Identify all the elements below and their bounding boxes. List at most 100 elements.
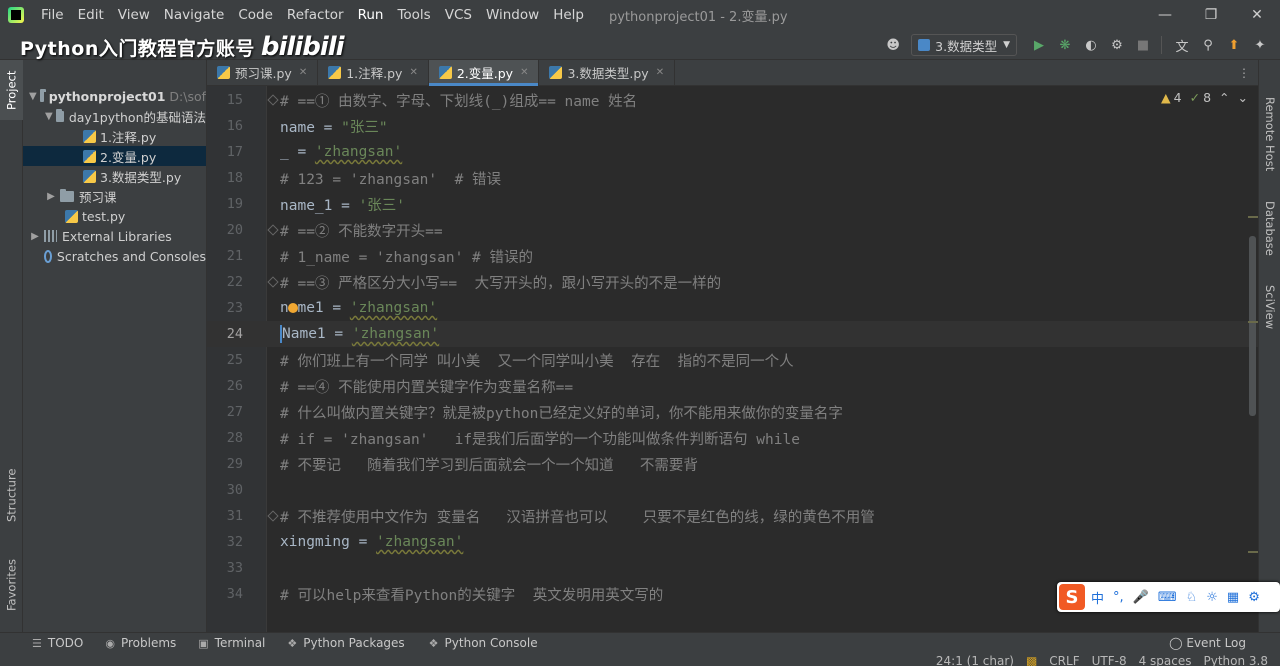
update-icon[interactable]: ⬆: [1222, 33, 1246, 57]
code-text[interactable]: # ==④ 不能使用内置关键字作为变量名称==: [280, 376, 573, 397]
code-text[interactable]: # 你们班上有一个同学 叫小美 又一个同学叫小美 存在 指的不是同一个人: [280, 350, 794, 371]
tool-tab-project[interactable]: Project: [0, 60, 23, 120]
code-line[interactable]: 19 name_1 = '张三': [207, 191, 1258, 217]
tool-event-log[interactable]: ◯ Event Log: [1169, 636, 1246, 650]
settings-icon[interactable]: ✦: [1248, 33, 1272, 57]
vertical-scrollbar[interactable]: [1249, 236, 1256, 416]
line-number[interactable]: 19: [207, 196, 243, 212]
code-line[interactable]: 23 name1 = 'zhangsan': [207, 295, 1258, 321]
debug-icon[interactable]: ❋: [1053, 33, 1077, 57]
code-line[interactable]: 15 # ==① 由数字、字母、下划线(_)组成== name 姓名: [207, 87, 1258, 113]
run-icon[interactable]: ▶: [1027, 33, 1051, 57]
code-line[interactable]: 33: [207, 555, 1258, 581]
tree-folder-preview[interactable]: ▶ 预习课: [23, 186, 206, 206]
tree-scratches[interactable]: Scratches and Consoles: [23, 246, 206, 266]
line-number[interactable]: 15: [207, 92, 243, 108]
code-line[interactable]: 22 # ==③ 严格区分大小写== 大写开头的，跟小写开头的不是一样的: [207, 269, 1258, 295]
settings-icon[interactable]: ⚙: [1248, 590, 1260, 605]
code-line[interactable]: 26 # ==④ 不能使用内置关键字作为变量名称==: [207, 373, 1258, 399]
code-line[interactable]: 32 xingming = 'zhangsan': [207, 529, 1258, 555]
code-text[interactable]: # 可以help来查看Python的关键字 英文发明用英文写的: [280, 584, 663, 605]
chevron-up-icon[interactable]: ⌃: [1219, 90, 1229, 105]
tool-problems[interactable]: ◉ Problems: [105, 636, 176, 650]
line-number[interactable]: 34: [207, 586, 243, 602]
code-line[interactable]: 29 # 不要记 随着我们学习到后面就会一个一个知道 不需要背: [207, 451, 1258, 477]
caret-position[interactable]: 24:1 (1 char): [936, 653, 1014, 666]
line-number[interactable]: 26: [207, 378, 243, 394]
tool-python-console[interactable]: ❖ Python Console: [429, 636, 538, 650]
code-line[interactable]: 18 # 123 = 'zhangsan' # 错误: [207, 165, 1258, 191]
menu-window[interactable]: Window: [479, 0, 546, 30]
code-text[interactable]: # 123 = 'zhangsan' # 错误: [280, 168, 501, 189]
line-separator[interactable]: CRLF: [1049, 653, 1079, 666]
code-line[interactable]: 21 # 1_name = 'zhangsan' # 错误的: [207, 243, 1258, 269]
code-line[interactable]: 24 Name1 = 'zhangsan': [207, 321, 1258, 347]
tree-file-comments[interactable]: 1.注释.py: [23, 126, 206, 146]
user-icon[interactable]: ☻: [881, 33, 905, 57]
line-number[interactable]: 20: [207, 222, 243, 238]
python-interpreter[interactable]: Python 3.8: [1204, 653, 1269, 666]
line-number[interactable]: 25: [207, 352, 243, 368]
code-line[interactable]: 28 # if = 'zhangsan' if是我们后面学的一个功能叫做条件判断语…: [207, 425, 1258, 451]
chevron-right-icon[interactable]: ▶: [29, 231, 41, 242]
tool-python-packages[interactable]: ❖ Python Packages: [287, 636, 404, 650]
chevron-right-icon[interactable]: ▶: [45, 191, 57, 202]
coverage-icon[interactable]: ◐: [1079, 33, 1103, 57]
more-icon[interactable]: ⋮: [1238, 66, 1250, 80]
code-line[interactable]: 31 # 不推荐使用中文作为 变量名 汉语拼音也可以 只要不是红色的线，绿的黄色不…: [207, 503, 1258, 529]
line-number[interactable]: 27: [207, 404, 243, 420]
tool-tab-remote-host[interactable]: Remote Host: [1259, 84, 1280, 184]
sogou-logo-icon[interactable]: S: [1059, 584, 1085, 610]
code-text[interactable]: # 不推荐使用中文作为 变量名 汉语拼音也可以 只要不是红色的线，绿的黄色不用管: [280, 506, 875, 527]
tree-root[interactable]: ▼ pythonproject01 D:\sof: [23, 86, 206, 106]
line-number[interactable]: 16: [207, 118, 243, 134]
line-number[interactable]: 31: [207, 508, 243, 524]
close-icon[interactable]: ✕: [299, 67, 307, 78]
close-icon[interactable]: ✕: [409, 67, 417, 78]
indent-setting[interactable]: 4 spaces: [1139, 653, 1192, 666]
fold-marker-icon[interactable]: [267, 276, 279, 288]
tree-file-test[interactable]: test.py: [23, 206, 206, 226]
tree-file-variables[interactable]: 2.变量.py: [23, 146, 206, 166]
code-line[interactable]: 27 # 什么叫做内置关键字？就是被python已经定义好的单词，你不能用来做你的…: [207, 399, 1258, 425]
code-line[interactable]: 16 name = "张三": [207, 113, 1258, 139]
menu-help[interactable]: Help: [546, 0, 591, 30]
code-editor[interactable]: 15 # ==① 由数字、字母、下划线(_)组成== name 姓名 16 name …: [207, 86, 1258, 632]
code-text[interactable]: Name1 = 'zhangsan': [280, 325, 439, 343]
run-configuration-select[interactable]: 3.数据类型 ▼: [911, 34, 1017, 56]
menu-navigate[interactable]: Navigate: [157, 0, 232, 30]
close-icon[interactable]: ✕: [520, 67, 528, 78]
code-text[interactable]: _ = 'zhangsan': [280, 144, 402, 160]
tool-todo[interactable]: ☰ TODO: [32, 636, 83, 650]
stop-icon[interactable]: ■: [1131, 33, 1155, 57]
chevron-down-icon[interactable]: ▼: [45, 111, 53, 122]
code-text[interactable]: name = "张三": [280, 116, 388, 137]
menu-file[interactable]: File: [34, 0, 71, 30]
fold-marker-icon[interactable]: [267, 94, 279, 106]
minimize-button[interactable]: —: [1142, 0, 1188, 30]
search-icon[interactable]: ⚲: [1196, 33, 1220, 57]
tool-tab-sciview[interactable]: SciView: [1259, 272, 1280, 342]
translate-icon[interactable]: 文: [1170, 33, 1194, 57]
line-number[interactable]: 29: [207, 456, 243, 472]
code-line[interactable]: 20 # ==② 不能数字开头==: [207, 217, 1258, 243]
grid-icon[interactable]: ▦: [1227, 590, 1239, 605]
chevron-down-icon[interactable]: ▼: [29, 91, 37, 102]
tab-datatypes[interactable]: 3.数据类型.py ✕: [539, 59, 676, 86]
line-number[interactable]: 22: [207, 274, 243, 290]
code-line[interactable]: 25 # 你们班上有一个同学 叫小美 又一个同学叫小美 存在 指的不是同一个人: [207, 347, 1258, 373]
line-number[interactable]: 17: [207, 144, 243, 160]
menu-run[interactable]: Run: [351, 0, 391, 30]
tool-tab-database[interactable]: Database: [1259, 188, 1280, 268]
error-stripe-mark[interactable]: [1248, 551, 1258, 553]
menu-vcs[interactable]: VCS: [438, 0, 479, 30]
tool-tab-structure[interactable]: Structure: [0, 460, 23, 530]
inspection-widget[interactable]: ▲ 4 ✓ 8 ⌃ ⌄: [1153, 90, 1248, 105]
close-button[interactable]: ✕: [1234, 0, 1280, 30]
menu-tools[interactable]: Tools: [390, 0, 437, 30]
ime-mode[interactable]: 中: [1091, 588, 1104, 607]
tab-preview[interactable]: 预习课.py ✕: [207, 59, 319, 86]
code-text[interactable]: # ==② 不能数字开头==: [280, 220, 443, 241]
menu-view[interactable]: View: [111, 0, 157, 30]
fold-marker-icon[interactable]: [267, 510, 279, 522]
